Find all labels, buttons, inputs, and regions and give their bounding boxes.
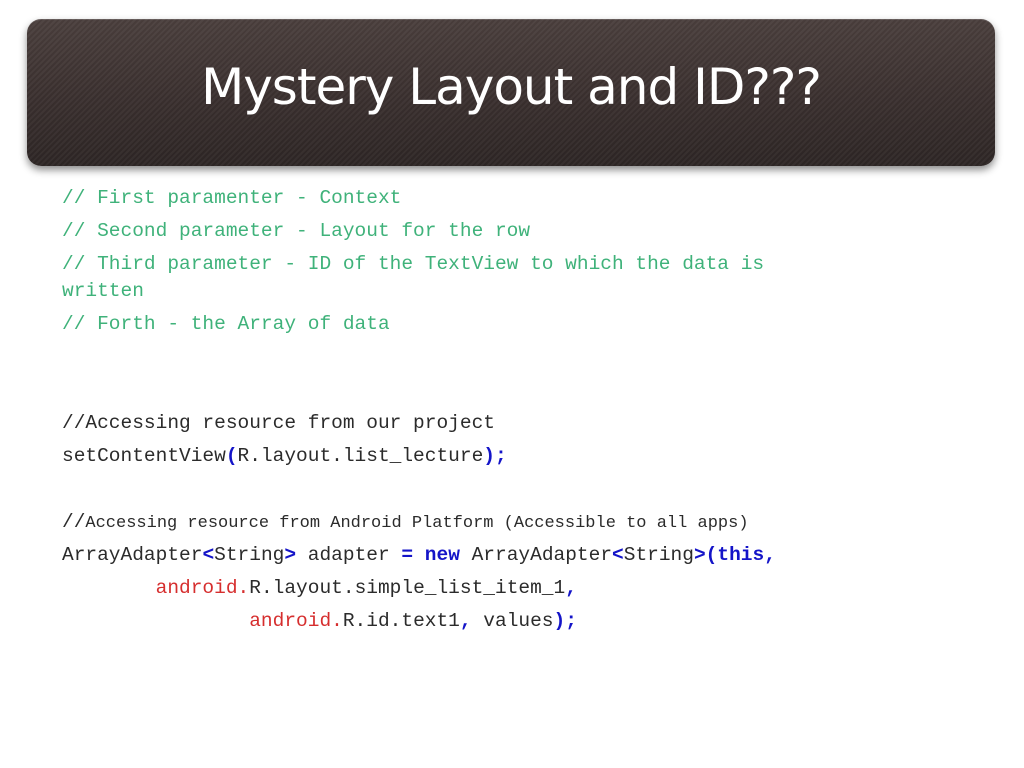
generic-open: < — [612, 544, 624, 566]
comment-line-id: // Third parameter - ID of the TextView … — [62, 253, 765, 275]
generic-type: String — [623, 544, 694, 566]
code-adapter-declaration: ArrayAdapter<String> adapter = new Array… — [62, 539, 942, 572]
generic-close: > — [284, 544, 297, 566]
assign-operator: = — [401, 544, 414, 566]
code-id-argument: android.R.id.text1, values); — [62, 605, 942, 638]
values-argument: values — [471, 610, 554, 632]
code-comment-project: //Accessing resource from our project — [62, 412, 495, 434]
code-layout-argument: android.R.layout.simple_list_item_1, — [62, 572, 942, 605]
open-paren: ( — [705, 544, 718, 566]
slide: Mystery Layout and ID??? // First parame… — [0, 0, 1024, 768]
layout-reference: R.layout.simple_list_item_1 — [249, 577, 566, 599]
this-keyword: this — [717, 544, 765, 566]
type-name: ArrayAdapter — [62, 544, 203, 566]
comment-line-layout: // Second parameter - Layout for the row — [62, 220, 531, 242]
code-block: // First paramenter - Context // Second p… — [62, 182, 942, 638]
method-name: setContentView — [62, 445, 226, 467]
comment-line-id-wrap: written — [62, 280, 144, 302]
code-comment-platform: //Accessing resource from Android Platfo… — [62, 506, 942, 539]
comment-line-array: // Forth - the Array of data — [62, 313, 390, 335]
variable-name: adapter — [296, 544, 402, 566]
generic-open: < — [202, 544, 215, 566]
open-paren: ( — [225, 445, 238, 467]
comment-line-context: // First paramenter - Context — [62, 187, 402, 209]
close-paren: ); — [483, 445, 507, 467]
comma: , — [459, 610, 472, 632]
package-prefix: android. — [249, 610, 343, 632]
code-set-content-view: setContentView(R.layout.list_lecture); — [62, 440, 942, 473]
slide-title: Mystery Layout and ID??? — [201, 57, 822, 116]
comment-text: Accessing resource from Android Platform… — [85, 514, 749, 533]
comment-prefix: // — [62, 511, 86, 533]
close-paren: ); — [553, 610, 577, 632]
generic-type: String — [214, 544, 285, 566]
constructor-type: ArrayAdapter — [471, 544, 613, 566]
comma: , — [764, 544, 776, 566]
package-prefix: android. — [155, 577, 250, 599]
new-keyword: new — [424, 544, 460, 566]
id-reference: R.id.text1 — [342, 610, 460, 632]
generic-close: > — [693, 544, 706, 566]
layout-reference: R.layout.list_lecture — [237, 445, 484, 467]
comma: , — [565, 577, 577, 599]
title-banner: Mystery Layout and ID??? — [27, 19, 995, 166]
